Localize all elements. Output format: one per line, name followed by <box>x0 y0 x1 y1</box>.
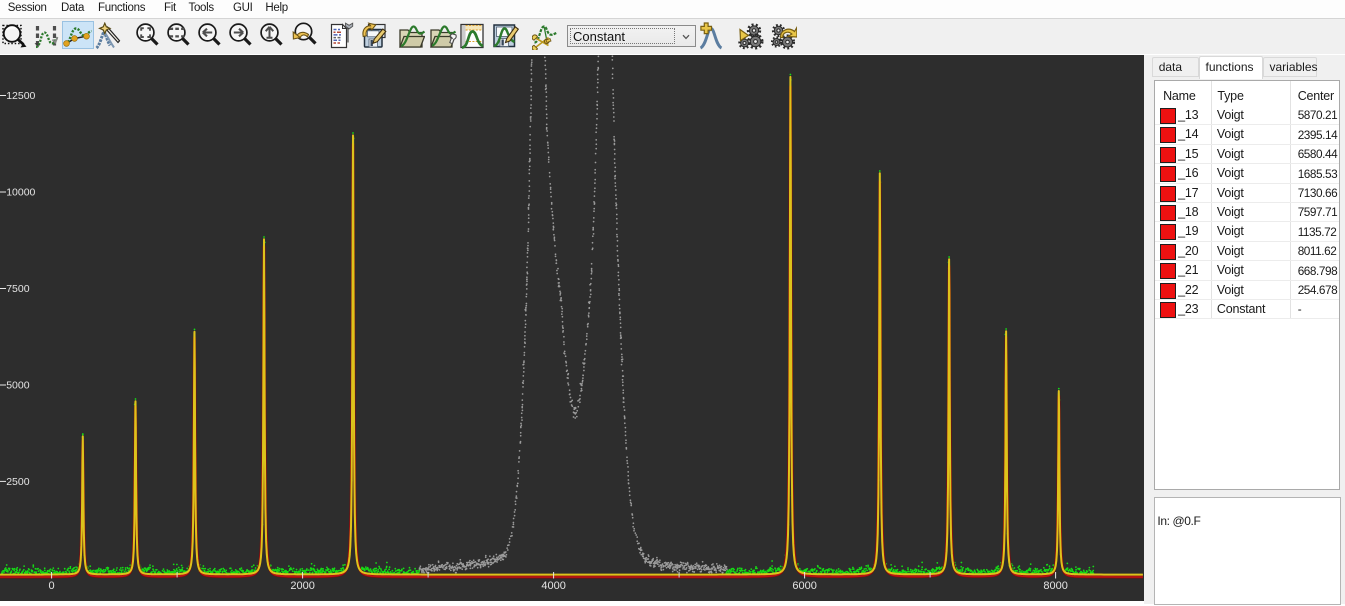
svg-text:7500: 7500 <box>6 283 30 295</box>
svg-text:2500: 2500 <box>6 476 30 488</box>
svg-text:6000: 6000 <box>792 580 816 592</box>
svg-text:12500: 12500 <box>6 90 35 102</box>
svg-text:10000: 10000 <box>6 187 35 199</box>
svg-text:0: 0 <box>49 580 55 592</box>
svg-text:4000: 4000 <box>541 580 565 592</box>
svg-text:8000: 8000 <box>1043 580 1067 592</box>
svg-text:5000: 5000 <box>6 380 30 392</box>
svg-text:2000: 2000 <box>290 580 314 592</box>
